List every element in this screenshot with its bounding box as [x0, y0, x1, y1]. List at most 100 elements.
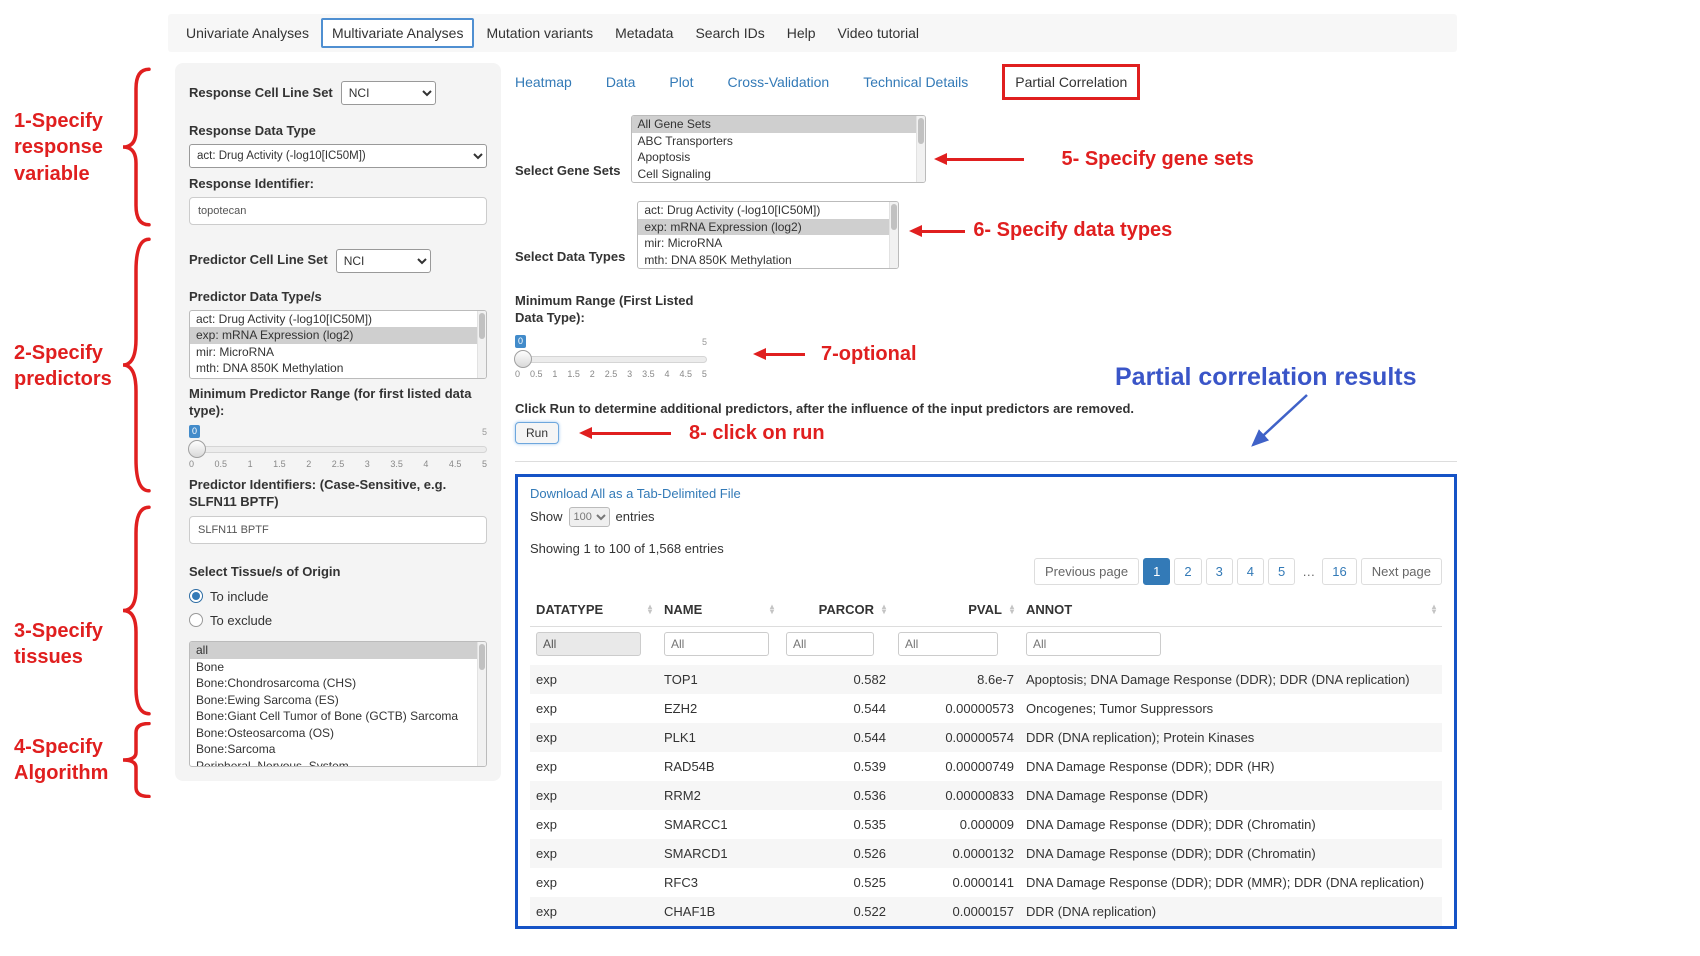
annotation-step7: 7-optional [821, 343, 917, 366]
arrow-data-types [921, 230, 965, 233]
next-page-button[interactable]: Next page [1361, 558, 1442, 585]
slider-max-label: 5 [482, 427, 487, 437]
page: Univariate Analyses Multivariate Analyse… [0, 0, 1700, 956]
predictor-cell-line-set-select[interactable]: NCI [336, 249, 431, 273]
page-button-2[interactable]: 2 [1174, 558, 1201, 585]
sort-icon[interactable]: ▴▾ [882, 604, 886, 614]
slider-max-label: 5 [702, 337, 707, 347]
nav-mutation-variants[interactable]: Mutation variants [476, 19, 603, 47]
scrollbar-thumb[interactable] [891, 204, 897, 230]
response-identifier-input[interactable] [189, 197, 487, 225]
column-header-name[interactable]: NAME▴▾ [658, 593, 780, 627]
results-pointer-arrow [1237, 391, 1319, 453]
listbox-option[interactable]: act: Drug Activity (-log10[IC50M]) [638, 202, 898, 219]
listbox-option-selected[interactable]: all [190, 642, 486, 659]
page-button-5[interactable]: 5 [1268, 558, 1295, 585]
main-content: Heatmap Data Plot Cross-Validation Techn… [515, 63, 1457, 929]
table-row: expPLK10.5440.00000574DDR (DNA replicati… [530, 723, 1442, 752]
sort-icon[interactable]: ▴▾ [648, 604, 652, 614]
scrollbar-thumb[interactable] [918, 118, 924, 144]
listbox-option[interactable]: mth: DNA 850K Methylation [638, 252, 898, 269]
listbox-option[interactable]: Bone:Chondrosarcoma (CHS) [190, 675, 486, 692]
table-row: expTOP10.5828.6e-7Apoptosis; DNA Damage … [530, 665, 1442, 694]
page-button-16[interactable]: 16 [1322, 558, 1356, 585]
tab-heatmap[interactable]: Heatmap [515, 74, 572, 90]
tissue-include-option[interactable]: To include [189, 587, 487, 605]
entries-label: entries [616, 509, 655, 524]
sort-icon[interactable]: ▴▾ [1432, 604, 1436, 614]
tissue-exclude-label: To exclude [210, 613, 272, 628]
run-button[interactable]: Run [515, 422, 559, 444]
scrollbar-thumb[interactable] [479, 313, 485, 339]
tab-partial-correlation[interactable]: Partial Correlation [1002, 64, 1140, 100]
column-header-annot[interactable]: ANNOT▴▾ [1020, 593, 1442, 627]
nav-video-tutorial[interactable]: Video tutorial [828, 19, 929, 47]
listbox-option[interactable]: Peripheral_Nervous_System [190, 758, 486, 768]
nav-help[interactable]: Help [777, 19, 826, 47]
tissues-of-origin-label: Select Tissue/s of Origin [189, 564, 487, 581]
column-header-pval[interactable]: PVAL▴▾ [892, 593, 1020, 627]
filter-name[interactable] [664, 632, 769, 656]
page-button-3[interactable]: 3 [1206, 558, 1233, 585]
sort-icon[interactable]: ▴▾ [770, 604, 774, 614]
slider-tick-labels: 00.511.522.533.544.55 [515, 369, 707, 379]
page-button-1[interactable]: 1 [1143, 558, 1170, 585]
partial-correlation-results: Download All as a Tab-Delimited File Sho… [515, 474, 1457, 929]
listbox-option[interactable]: Bone:Giant Cell Tumor of Bone (GCTB) Sar… [190, 708, 486, 725]
scrollbar-thumb[interactable] [479, 644, 485, 670]
listbox-option[interactable]: act: Drug Activity (-log10[IC50M]) [190, 311, 486, 328]
predictor-identifiers-input[interactable] [189, 516, 487, 544]
column-header-parcor[interactable]: PARCOR▴▾ [780, 593, 892, 627]
slider-handle[interactable] [188, 440, 206, 458]
slider-track[interactable] [189, 446, 487, 453]
slider-track[interactable] [515, 356, 707, 363]
listbox-option[interactable]: mth: DNA 850K Methylation [190, 360, 486, 377]
filter-parcor[interactable] [786, 632, 874, 656]
listbox-option-selected[interactable]: All Gene Sets [632, 116, 925, 133]
filter-annot[interactable] [1026, 632, 1161, 656]
listbox-option[interactable]: mir: MicroRNA [190, 344, 486, 361]
listbox-option[interactable]: Bone:Sarcoma [190, 741, 486, 758]
tab-plot[interactable]: Plot [669, 74, 693, 90]
tab-data[interactable]: Data [606, 74, 636, 90]
response-cell-line-set-label: Response Cell Line Set [189, 85, 333, 102]
listbox-option[interactable]: Cell Signaling [632, 166, 925, 183]
column-header-datatype[interactable]: DATATYPE▴▾ [530, 593, 658, 627]
response-data-type-select[interactable]: act: Drug Activity (-log10[IC50M]) [189, 144, 487, 168]
listbox-option[interactable]: mir: MicroRNA [638, 235, 898, 252]
listbox-option[interactable]: Apoptosis [632, 149, 925, 166]
download-link[interactable]: Download All as a Tab-Delimited File [530, 486, 741, 501]
annotation-step5: 5- Specify gene sets [1062, 148, 1254, 171]
response-identifier-label: Response Identifier: [189, 176, 487, 193]
show-entries-select[interactable]: 100 [569, 507, 610, 527]
radio-unchecked-icon [189, 613, 203, 627]
input-panel: Response Cell Line Set NCI Response Data… [175, 63, 501, 781]
slider-handle[interactable] [514, 350, 532, 368]
tissue-exclude-option[interactable]: To exclude [189, 611, 487, 629]
sort-icon[interactable]: ▴▾ [1010, 604, 1014, 614]
predictor-data-types-label: Predictor Data Type/s [189, 289, 487, 306]
previous-page-button[interactable]: Previous page [1034, 558, 1139, 585]
nav-metadata[interactable]: Metadata [605, 19, 683, 47]
listbox-option-selected[interactable]: exp: mRNA Expression (log2) [190, 327, 486, 344]
nav-search-ids[interactable]: Search IDs [685, 19, 774, 47]
page-button-4[interactable]: 4 [1237, 558, 1264, 585]
nav-multivariate-analyses[interactable]: Multivariate Analyses [321, 18, 475, 48]
listbox-option[interactable]: Bone:Ewing Sarcoma (ES) [190, 692, 486, 709]
response-cell-line-set-select[interactable]: NCI [341, 81, 436, 105]
table-row: expSMARCD10.5260.0000132DNA Damage Respo… [530, 839, 1442, 868]
filter-datatype[interactable]: All [536, 632, 641, 656]
tab-cross-validation[interactable]: Cross-Validation [728, 74, 830, 90]
listbox-option[interactable]: Bone:Osteosarcoma (OS) [190, 725, 486, 742]
listbox-option[interactable]: ABC Transporters [632, 133, 925, 150]
gene-sets-listbox: All Gene Sets ABC Transporters Apoptosis… [631, 115, 926, 183]
nav-univariate-analyses[interactable]: Univariate Analyses [176, 19, 319, 47]
filter-pval[interactable] [898, 632, 998, 656]
filter-row: All [530, 626, 1442, 665]
listbox-option-selected[interactable]: exp: mRNA Expression (log2) [638, 219, 898, 236]
slider-value-badge: 0 [515, 335, 526, 348]
listbox-option[interactable]: Bone [190, 659, 486, 676]
results-table: DATATYPE▴▾ NAME▴▾ PARCOR▴▾ PVAL▴▾ ANNOT▴… [530, 593, 1442, 926]
tab-technical-details[interactable]: Technical Details [863, 74, 968, 90]
min-range-slider: 0 5 00.511.522.533.544.55 [515, 335, 707, 381]
